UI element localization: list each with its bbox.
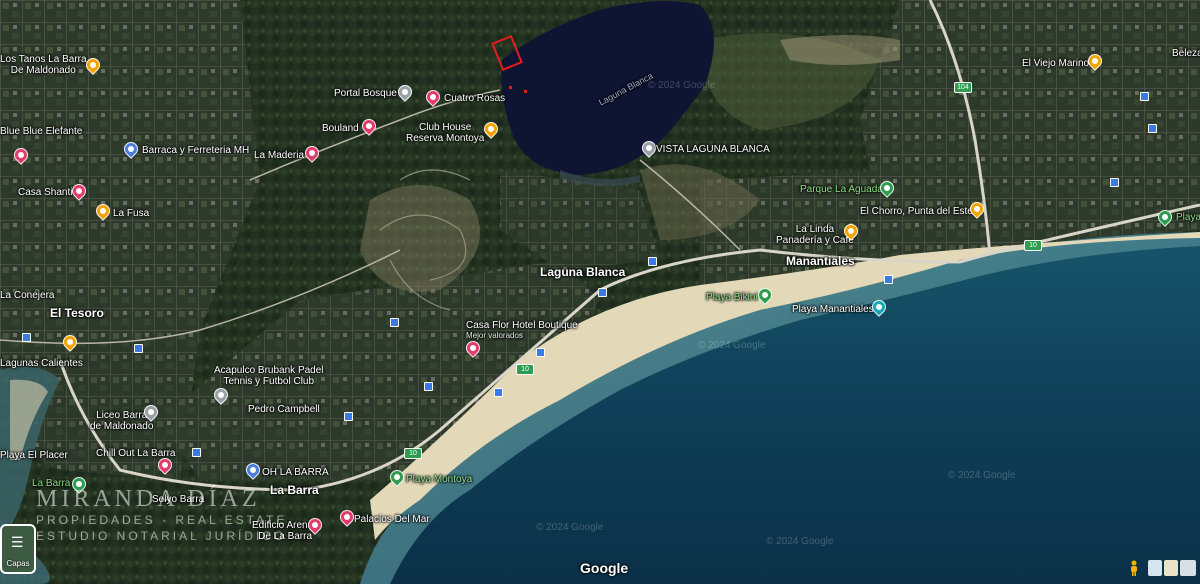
beach-label-manantiales[interactable]: Playa Manantiales: [792, 304, 874, 315]
place-label-barraca[interactable]: Barraca y Ferreteria MH: [142, 145, 249, 156]
place-label-cuatro-rosas[interactable]: Cuatro Rosas: [444, 93, 505, 104]
area-label-el-tesoro[interactable]: El Tesoro: [50, 307, 104, 320]
beach-label-bikini[interactable]: Playa Bikini: [706, 292, 758, 303]
satellite-map[interactable]: Laguna Blanca Los Tanos La Barra De Mald…: [0, 0, 1200, 584]
place-label-la-maderia[interactable]: La Maderia: [254, 150, 304, 161]
lot-marker-dot: [524, 90, 527, 93]
bus-stop-icon[interactable]: [598, 288, 607, 297]
area-label-laguna-blanca[interactable]: Laguna Blanca: [540, 266, 625, 279]
bus-stop-icon[interactable]: [390, 318, 399, 327]
place-label-la-linda[interactable]: La Linda Panadería y Café: [776, 224, 854, 246]
place-label-los-tanos[interactable]: Los Tanos La Barra De Maldonado: [0, 54, 87, 76]
place-label-portal-bosque[interactable]: Portal Bosque: [334, 88, 397, 99]
place-label-la-conejera[interactable]: La Conejera: [0, 290, 54, 301]
park-label-la-aguada[interactable]: Parque La Aguada: [800, 184, 883, 195]
bus-stop-icon[interactable]: [648, 257, 657, 266]
copyright-watermark: © 2024 Google: [698, 340, 766, 351]
bus-stop-icon[interactable]: [1140, 92, 1149, 101]
place-label-bouland[interactable]: Bouland: [322, 123, 359, 134]
pegman-icon[interactable]: [1128, 560, 1140, 576]
bus-stop-icon[interactable]: [424, 382, 433, 391]
watermark-line-1: PROPIEDADES · REAL ESTATE: [36, 513, 288, 527]
layers-button[interactable]: ☰ Capas: [0, 524, 36, 574]
place-label-right-edge[interactable]: Playa: [1176, 212, 1200, 223]
copyright-watermark: © 2024 Google: [648, 80, 716, 91]
map-scale-control[interactable]: [1148, 560, 1162, 576]
place-label-acapulco[interactable]: Acapulco Brubank Padel Tennis y Futbol C…: [214, 365, 324, 387]
route-shield-10: 10: [516, 364, 534, 375]
bus-stop-icon[interactable]: [1148, 124, 1157, 133]
place-label-beleza[interactable]: Beleza: [1172, 48, 1200, 59]
route-shield-10: 10: [1024, 240, 1042, 251]
place-sublabel-casa-flor: Mejor valorados: [466, 331, 523, 340]
place-label-vista-laguna[interactable]: VISTA LAGUNA BLANCA: [656, 144, 770, 155]
beach-label-montoya[interactable]: Playa Montoya: [406, 474, 472, 485]
bus-stop-icon[interactable]: [22, 333, 31, 342]
bus-stop-icon[interactable]: [884, 275, 893, 284]
bus-stop-icon[interactable]: [344, 412, 353, 421]
map-extra-control[interactable]: [1180, 560, 1196, 576]
place-label-club-house[interactable]: Club House Reserva Montoya: [406, 122, 484, 144]
place-label-la-fusa[interactable]: La Fusa: [113, 208, 149, 219]
copyright-watermark: © 2024 Google: [536, 522, 604, 533]
place-label-palacios[interactable]: Palacios Del Mar: [354, 514, 430, 525]
copyright-watermark: © 2024 Google: [948, 470, 1016, 481]
place-label-lagunas[interactable]: Lagunas Calientes: [0, 358, 83, 369]
area-label-manantiales[interactable]: Manantiales: [786, 255, 855, 268]
bus-stop-icon[interactable]: [1110, 178, 1119, 187]
place-label-el-chorro[interactable]: El Chorro, Punta del Este: [860, 206, 973, 217]
place-label-oh-la-barra[interactable]: OH LA BARRA: [262, 467, 329, 478]
place-label-blue-blue[interactable]: Blue Blue Elefante: [0, 126, 82, 137]
place-label-casa-flor[interactable]: Casa Flor Hotel Boutique: [466, 320, 578, 331]
map-type-control[interactable]: [1164, 560, 1178, 576]
agency-watermark: MIRANDA DÍAZ PROPIEDADES · REAL ESTATE E…: [36, 486, 287, 544]
place-label-casa-shanti[interactable]: Casa Shanti: [18, 187, 72, 198]
bus-stop-icon[interactable]: [134, 344, 143, 353]
beach-label-el-placer[interactable]: Playa El Placer: [0, 450, 68, 461]
bus-stop-icon[interactable]: [536, 348, 545, 357]
place-label-pedro-campbell[interactable]: Pedro Campbell: [248, 404, 320, 415]
route-shield-104: 104: [954, 82, 972, 93]
bus-stop-icon[interactable]: [192, 448, 201, 457]
layers-icon: ☰: [11, 534, 24, 550]
bus-stop-icon[interactable]: [494, 388, 503, 397]
place-label-el-viejo-marino[interactable]: El Viejo Marino: [1022, 58, 1089, 69]
google-logo: Google: [580, 560, 629, 576]
copyright-watermark: © 2024 Google: [766, 536, 834, 547]
lot-marker-dot: [509, 86, 512, 89]
layers-label: Capas: [6, 559, 30, 568]
watermark-title: MIRANDA DÍAZ: [36, 486, 261, 512]
route-shield-10: 10: [404, 448, 422, 459]
watermark-line-2: ESTUDIO NOTARIAL JURÍDICO: [36, 529, 287, 543]
